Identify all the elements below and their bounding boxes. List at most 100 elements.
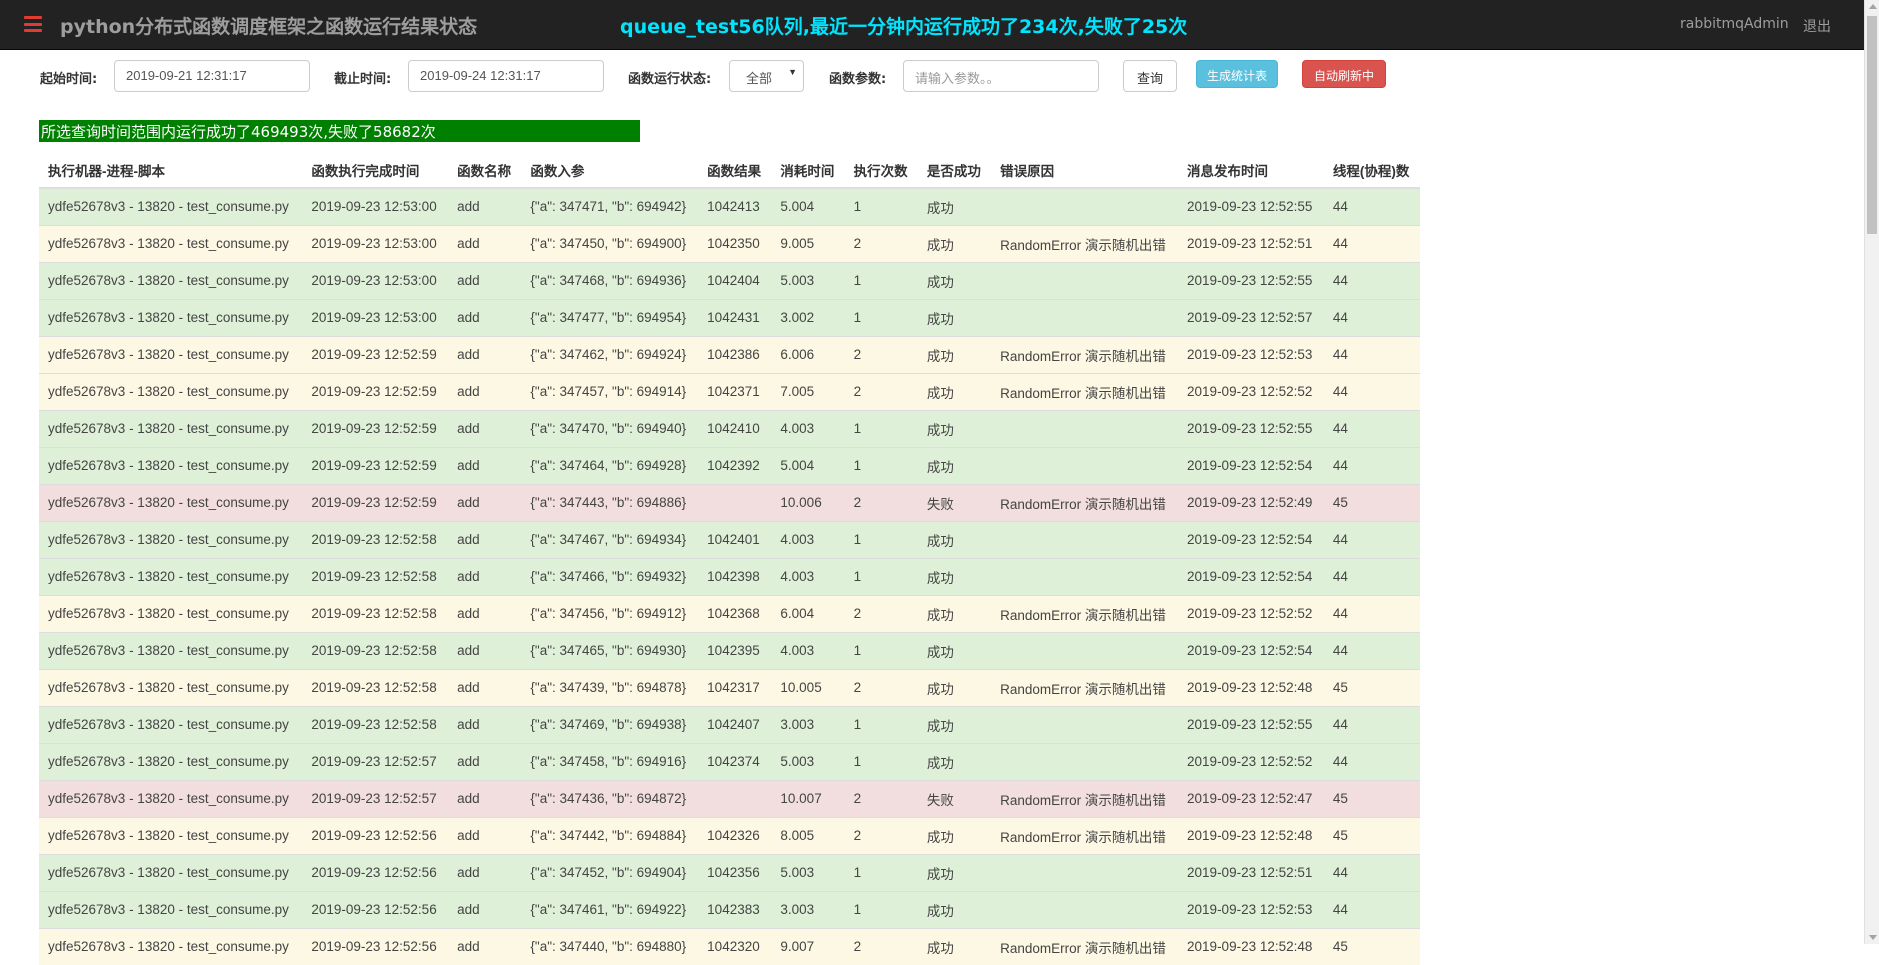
table-cell: 2019-09-23 12:53:00 [302,224,449,262]
page-scrollbar[interactable] [1864,0,1879,944]
table-cell: 1042404 [698,261,772,299]
column-header: 执行次数 [844,152,918,189]
table-cell: 成功 [917,927,992,965]
table-cell: ydfe52678v3 - 13820 - test_consume.py [39,409,303,447]
table-cell: 1 [844,446,918,484]
table-cell: 3.003 [771,890,845,928]
table-cell: 44 [1323,261,1420,299]
table-cell: {"a": 347461, "b": 694922} [521,890,699,928]
table-cell [991,187,1179,225]
table-cell: 1 [844,631,918,669]
scroll-up-icon[interactable] [1869,4,1877,9]
table-cell: 5.004 [771,187,845,225]
table-cell: ydfe52678v3 - 13820 - test_consume.py [39,520,303,558]
table-cell: 1042371 [698,372,772,410]
table-row: ydfe52678v3 - 13820 - test_consume.py 201… [39,298,1420,336]
query-button[interactable]: 查询 [1123,60,1177,92]
table-cell: ydfe52678v3 - 13820 - test_consume.py [39,372,303,410]
table-row: ydfe52678v3 - 13820 - test_consume.py 201… [39,483,1420,521]
table-cell: ydfe52678v3 - 13820 - test_consume.py [39,557,303,595]
table-cell: 45 [1323,779,1420,817]
table-cell: 成功 [917,446,992,484]
table-cell: add [448,742,522,780]
table-cell: add [448,298,522,336]
table-cell: 1 [844,890,918,928]
app-title[interactable]: python分布式函数调度框架之函数运行结果状态 [60,12,477,39]
params-label: 函数参数: [829,72,887,87]
table-cell: 2019-09-23 12:52:52 [1178,742,1324,780]
table-cell: 2019-09-23 12:52:49 [1178,483,1324,521]
table-cell: add [448,187,522,225]
table-cell: 成功 [917,520,992,558]
table-cell: 1042368 [698,594,772,632]
table-cell: {"a": 347468, "b": 694936} [521,261,699,299]
logout-link[interactable]: 退出 [1803,16,1831,36]
table-cell: ydfe52678v3 - 13820 - test_consume.py [39,594,303,632]
table-cell: 成功 [917,557,992,595]
table-cell: 2019-09-23 12:52:59 [302,483,449,521]
table-cell: 2 [844,224,918,262]
table-cell: 2019-09-23 12:52:51 [1178,224,1324,262]
auto-refresh-button[interactable]: 自动刷新中 [1302,60,1386,88]
table-body: ydfe52678v3 - 13820 - test_consume.py 201… [39,187,1420,965]
table-cell: 2 [844,779,918,817]
table-cell: ydfe52678v3 - 13820 - test_consume.py [39,816,303,854]
table-cell: 44 [1323,890,1420,928]
table-cell: 1 [844,261,918,299]
table-cell: 2019-09-23 12:52:59 [302,446,449,484]
table-cell: add [448,594,522,632]
table-cell: 1 [844,742,918,780]
table-row: ydfe52678v3 - 13820 - test_consume.py 201… [39,890,1420,928]
table-cell: 44 [1323,594,1420,632]
table-cell: ydfe52678v3 - 13820 - test_consume.py [39,927,303,965]
table-cell: {"a": 347440, "b": 694880} [521,927,699,965]
table-cell: 2019-09-23 12:52:54 [1178,520,1324,558]
table-cell: ydfe52678v3 - 13820 - test_consume.py [39,335,303,373]
start-time-input[interactable]: 2019-09-21 12:31:17 [114,60,310,92]
table-cell: 2019-09-23 12:52:55 [1178,261,1324,299]
table-cell: 5.004 [771,446,845,484]
table-cell: 2019-09-23 12:52:55 [1178,187,1324,225]
table-cell: 2019-09-23 12:52:56 [302,853,449,891]
table-cell: RandomError 演示随机出错 [991,594,1179,632]
table-cell: ydfe52678v3 - 13820 - test_consume.py [39,742,303,780]
table-cell: 1 [844,520,918,558]
scrollbar-thumb[interactable] [1867,16,1877,234]
table-cell: 44 [1323,187,1420,225]
table-cell: 1 [844,557,918,595]
table-cell: ydfe52678v3 - 13820 - test_consume.py [39,853,303,891]
table-cell: {"a": 347457, "b": 694914} [521,372,699,410]
query-result-summary: 所选查询时间范围内运行成功了469493次,失败了58682次 [39,120,640,142]
queue-summary: queue_test56队列,最近一分钟内运行成功了234次,失败了25次 [620,16,1188,38]
column-header: 函数名称 [448,152,522,189]
table-cell: 2019-09-23 12:52:51 [1178,853,1324,891]
status-select[interactable]: 全部 ▼ [729,60,804,92]
table-cell: 45 [1323,483,1420,521]
table-cell: 2019-09-23 12:52:48 [1178,816,1324,854]
generate-stats-button[interactable]: 生成统计表 [1196,60,1278,88]
end-time-input[interactable]: 2019-09-24 12:31:17 [408,60,604,92]
table-cell: add [448,409,522,447]
table-cell: 成功 [917,853,992,891]
table-cell: 44 [1323,446,1420,484]
params-input[interactable]: 请输入参数。。 [903,60,1099,92]
table-cell: 成功 [917,631,992,669]
table-cell: 3.003 [771,705,845,743]
table-cell: ydfe52678v3 - 13820 - test_consume.py [39,446,303,484]
status-select-value: 全部 [746,71,773,86]
table-cell: add [448,372,522,410]
table-cell: 1042350 [698,224,772,262]
table-cell: 44 [1323,520,1420,558]
table-cell: 2019-09-23 12:52:52 [1178,594,1324,632]
menu-icon[interactable] [24,16,42,32]
table-cell: 10.006 [771,483,845,521]
table-cell: 2019-09-23 12:52:54 [1178,631,1324,669]
table-cell: 成功 [917,742,992,780]
user-link[interactable]: rabbitmqAdmin [1680,16,1789,32]
table-cell: 成功 [917,372,992,410]
table-cell: add [448,483,522,521]
table-cell: RandomError 演示随机出错 [991,372,1179,410]
table-cell: 45 [1323,927,1420,965]
scroll-down-icon[interactable] [1869,935,1877,940]
table-cell: 2019-09-23 12:53:00 [302,298,449,336]
